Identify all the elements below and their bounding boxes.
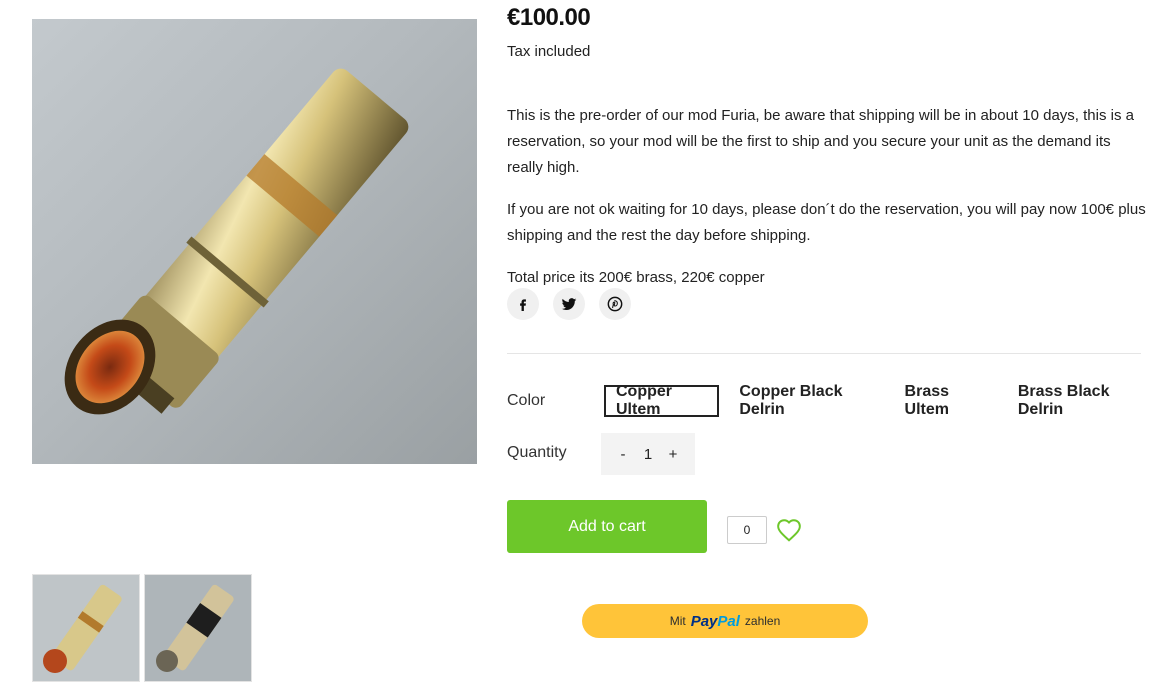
- wishlist-heart-button[interactable]: [776, 518, 802, 547]
- paypal-logo-pay: Pay: [690, 612, 718, 630]
- paypal-prefix: Mit: [669, 614, 686, 628]
- quantity-label: Quantity: [507, 444, 567, 461]
- paypal-button[interactable]: Mit PayPal zahlen: [582, 604, 868, 638]
- facebook-icon: [520, 299, 526, 311]
- thumbnail-1[interactable]: [32, 574, 140, 682]
- twitter-icon: [561, 298, 577, 311]
- section-divider: [507, 353, 1141, 354]
- color-label: Color: [507, 392, 546, 409]
- product-main-image[interactable]: [32, 19, 477, 464]
- quantity-decrement-button[interactable]: -: [613, 446, 633, 463]
- vape-mod-illustration: [64, 68, 409, 415]
- thumbnail-2-image: [145, 575, 251, 681]
- color-variants: Copper Ultem Copper Black Delrin Brass U…: [604, 383, 1161, 418]
- variant-brass-ultem[interactable]: Brass Ultem: [893, 383, 998, 418]
- heart-icon: [777, 519, 801, 542]
- quantity-stepper: - 1 +: [601, 433, 695, 475]
- thumbnail-2[interactable]: [144, 574, 252, 682]
- quantity-input[interactable]: 1: [638, 446, 658, 463]
- variant-copper-black-delrin[interactable]: Copper Black Delrin: [727, 383, 884, 418]
- share-pinterest-button[interactable]: [599, 288, 631, 320]
- variant-copper-ultem[interactable]: Copper Ultem: [604, 383, 720, 418]
- share-facebook-button[interactable]: [507, 288, 539, 320]
- variant-brass-black-delrin[interactable]: Brass Black Delrin: [1006, 383, 1153, 418]
- description-paragraph-1: This is the pre-order of our mod Furia, …: [507, 107, 1134, 176]
- pinterest-icon: [607, 296, 623, 312]
- paypal-logo-pal: Pal: [717, 612, 740, 630]
- add-to-cart-button[interactable]: Add to cart: [507, 500, 707, 553]
- description-paragraph-2: If you are not ok waiting for 10 days, p…: [507, 201, 1146, 244]
- social-share: [507, 288, 631, 320]
- tax-note: Tax included: [507, 43, 591, 60]
- product-description: This is the pre-order of our mod Furia, …: [507, 103, 1147, 307]
- wishlist-count: 0: [727, 516, 767, 544]
- product-price: €100.00: [507, 4, 591, 31]
- paypal-suffix: zahlen: [744, 614, 781, 628]
- share-twitter-button[interactable]: [553, 288, 585, 320]
- paypal-logo: PayPal: [691, 613, 740, 630]
- thumbnail-1-image: [33, 575, 139, 681]
- quantity-increment-button[interactable]: +: [663, 446, 683, 463]
